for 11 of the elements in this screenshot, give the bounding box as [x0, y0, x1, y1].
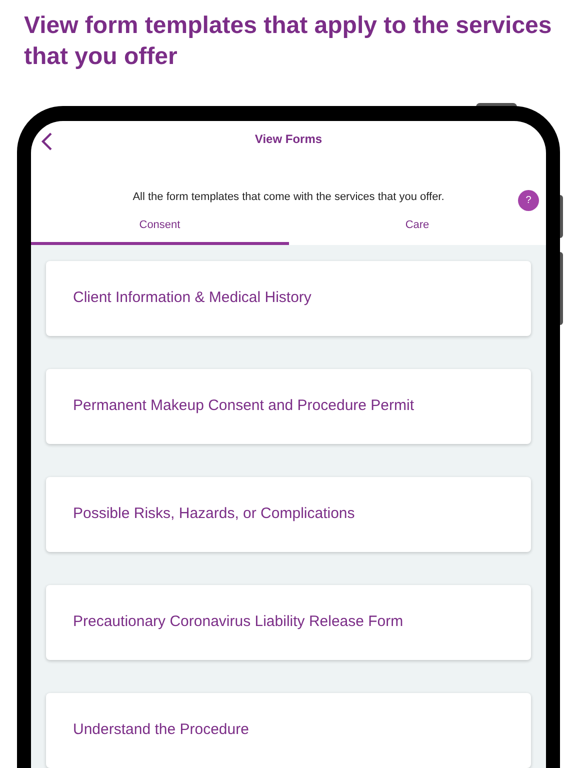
form-card[interactable]: Client Information & Medical History	[46, 261, 531, 336]
form-card[interactable]: Possible Risks, Hazards, or Complications	[46, 477, 531, 552]
tab[interactable]: Care	[288, 217, 546, 245]
screen-title: View Forms	[254, 131, 322, 148]
form-card[interactable]: Precautionary Coronavirus Liability Release Form	[46, 585, 531, 660]
help-button[interactable]: ?	[518, 190, 539, 211]
form-card[interactable]: Understand the Procedure	[46, 693, 531, 768]
form-card[interactable]: Permanent Makeup Consent and Procedure Permit	[46, 369, 531, 444]
headline: View form templates that apply to the services that you offer	[24, 11, 552, 72]
description: All the form templates that come with the services that you offer.	[132, 190, 444, 204]
back-icon[interactable]	[41, 132, 53, 151]
